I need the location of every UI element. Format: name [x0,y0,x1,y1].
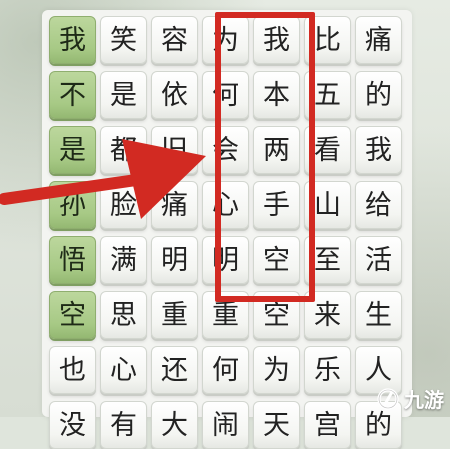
char-tile[interactable]: 的 [355,71,402,119]
char-tile[interactable]: 心 [100,346,147,394]
char-tile[interactable]: 不 [49,71,96,119]
char-tile[interactable]: 重 [151,291,198,339]
char-tile[interactable]: 依 [151,71,198,119]
char-tile[interactable]: 天 [253,401,300,449]
char-tile[interactable]: 是 [100,71,147,119]
char-tile[interactable]: 孙 [49,181,96,229]
char-tile[interactable]: 痛 [355,16,402,64]
char-tile[interactable]: 是 [49,126,96,174]
char-tile[interactable]: 为 [253,346,300,394]
char-tile[interactable]: 给 [355,181,402,229]
char-tile[interactable]: 明 [151,236,198,284]
jiuyou-logo-icon [377,387,399,410]
char-tile[interactable]: 有 [100,401,147,449]
char-tile[interactable]: 也 [49,346,96,394]
char-tile[interactable]: 何 [202,346,249,394]
char-tile[interactable]: 满 [100,236,147,284]
char-tile[interactable]: 大 [151,401,198,449]
char-tile[interactable]: 宫 [304,401,351,449]
char-tile[interactable]: 我 [355,126,402,174]
highlight-box [215,12,315,302]
char-tile[interactable]: 还 [151,346,198,394]
char-tile[interactable]: 容 [151,16,198,64]
char-tile[interactable]: 闹 [202,401,249,449]
char-tile[interactable]: 我 [49,16,96,64]
char-tile[interactable]: 生 [355,291,402,339]
char-tile[interactable]: 都 [100,126,147,174]
char-tile[interactable]: 痛 [151,181,198,229]
char-tile[interactable]: 笑 [100,16,147,64]
char-tile[interactable]: 思 [100,291,147,339]
char-tile[interactable]: 活 [355,236,402,284]
char-tile[interactable]: 乐 [304,346,351,394]
char-tile[interactable]: 没 [49,401,96,449]
char-tile[interactable]: 空 [49,291,96,339]
char-tile[interactable]: 脸 [100,181,147,229]
watermark-text: 九游 [404,388,444,412]
char-tile[interactable]: 旧 [151,126,198,174]
watermark-logo: 九游 [375,384,444,413]
char-tile[interactable]: 悟 [49,236,96,284]
